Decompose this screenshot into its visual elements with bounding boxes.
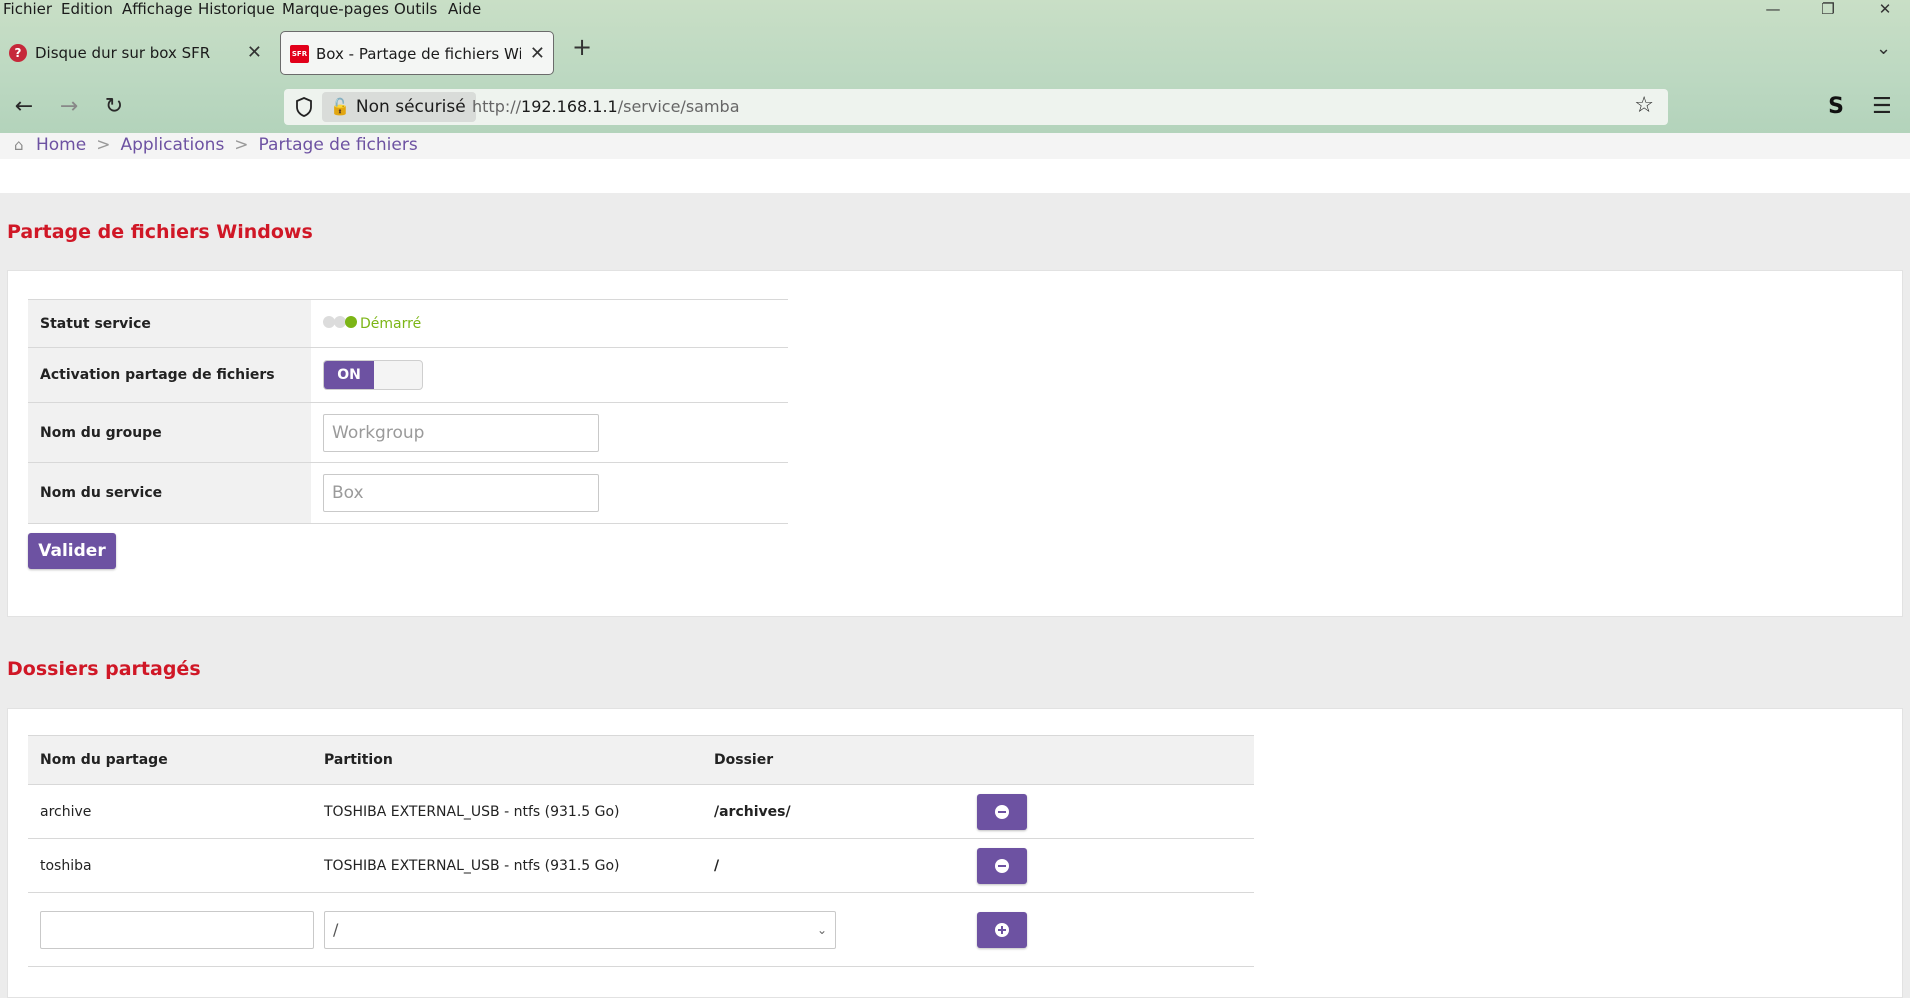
url-text[interactable]: http://192.168.1.1/service/samba [472,89,740,125]
menu-affichage[interactable]: Affichage [122,0,192,18]
question-icon: ? [9,44,27,62]
menu-marque-pages[interactable]: Marque-pages [282,0,389,18]
extension-s-icon[interactable]: S [1823,92,1849,122]
validate-button[interactable]: Valider [28,533,116,569]
menu-outils[interactable]: Outils [394,0,437,18]
chevron-down-icon: ⌄ [816,922,827,937]
service-name-input[interactable] [323,474,599,512]
status-cell: Démarré [311,299,788,348]
minus-circle-icon [995,804,1009,819]
tab-list-chevron-icon[interactable]: ⌄ [1876,38,1891,59]
group-name-input[interactable] [323,413,599,452]
navigation-toolbar: ← → ↻ 🔓 Non sécurisé http://192.168.1.1/s… [0,84,1910,132]
samba-settings-panel: Statut service Démarré Activation partag… [7,270,1903,617]
bookmark-star-icon[interactable]: ☆ [1634,93,1654,118]
toggle-on-label: ON [324,361,374,389]
security-indicator[interactable]: 🔓 Non sécurisé [322,92,476,122]
tab-disque-dur[interactable]: ? Disque dur sur box SFR ✕ [0,31,270,75]
share-name: archive [28,784,324,839]
shield-icon[interactable] [294,96,314,118]
tab-partage-fichiers[interactable]: SFR Box - Partage de fichiers Windo ✕ [280,31,554,75]
reload-icon[interactable]: ↻ [98,92,130,122]
tab-title: Box - Partage de fichiers Windo [316,45,521,63]
column-header-name: Nom du partage [28,735,324,785]
table-row: archive TOSHIBA EXTERNAL_USB - ntfs (931… [28,784,1254,839]
new-share-name-input[interactable] [40,910,314,949]
tab-title: Disque dur sur box SFR [35,44,211,62]
page-content: ⌂ Home > Applications > Partage de fichiers P… [0,133,1910,998]
activation-label: Activation partage de fichiers [28,347,311,403]
remove-share-button[interactable] [977,847,1027,884]
menu-fichier[interactable]: Fichier [3,0,52,18]
breadcrumb-separator: > [234,135,249,155]
shares-panel: Nom du partage Partition Dossier archive… [7,708,1903,998]
tab-close-icon[interactable]: ✕ [530,32,545,74]
menu-historique[interactable]: Historique [198,0,275,18]
back-icon[interactable]: ← [8,92,40,122]
browser-chrome: Fichier Edition Affichage Historique Mar… [0,0,1910,133]
breadcrumb-home[interactable]: Home [36,135,86,155]
tab-close-icon[interactable]: ✕ [247,31,262,75]
menu-edition[interactable]: Edition [61,0,113,18]
status-label: Statut service [28,299,311,348]
breadcrumb-separator: > [96,135,111,155]
share-partition: TOSHIBA EXTERNAL_USB - ntfs (931.5 Go) [324,784,714,839]
breadcrumb: ⌂ Home > Applications > Partage de fichiers [14,135,418,155]
status-dots-icon [323,315,357,332]
security-label: Non sécurisé [355,97,466,117]
add-share-button[interactable] [977,911,1027,948]
home-icon[interactable]: ⌂ [14,136,30,154]
minus-circle-icon [995,858,1009,873]
close-icon[interactable]: ✕ [1865,0,1905,18]
menu-aide[interactable]: Aide [448,0,481,18]
menu-hamburger-icon[interactable]: ☰ [1872,92,1892,122]
share-name: toshiba [28,838,324,893]
samba-settings-table: Statut service Démarré Activation partag… [28,299,788,524]
sfr-logo-icon: SFR [290,45,309,63]
lock-warning-icon: 🔓 [330,97,350,116]
column-header-folder: Dossier [714,735,977,785]
status-value: Démarré [360,315,422,332]
address-bar[interactable]: 🔓 Non sécurisé http://192.168.1.1/service… [284,89,1668,125]
minimize-icon[interactable]: — [1753,0,1793,18]
plus-circle-icon [995,922,1009,937]
breadcrumb-partage[interactable]: Partage de fichiers [259,135,418,155]
new-share-folder-select[interactable]: / ⌄ [324,910,836,949]
share-folder: / [714,838,977,893]
shares-section-title: Dossiers partagés [7,658,201,680]
table-row: toshiba TOSHIBA EXTERNAL_USB - ntfs (931… [28,838,1254,893]
select-value: / [333,919,339,939]
group-name-label: Nom du groupe [28,402,311,463]
restore-icon[interactable]: ❐ [1808,0,1848,18]
column-header-partition: Partition [324,735,714,785]
breadcrumb-applications[interactable]: Applications [120,135,224,155]
forward-icon[interactable]: → [53,92,85,122]
activation-toggle[interactable]: ON [323,360,423,390]
share-partition: TOSHIBA EXTERNAL_USB - ntfs (931.5 Go) [324,838,714,893]
remove-share-button[interactable] [977,793,1027,830]
service-name-label: Nom du service [28,462,311,524]
share-folder: /archives/ [714,784,977,839]
menu-bar: Fichier Edition Affichage Historique Mar… [0,0,1910,18]
new-tab-icon[interactable]: + [572,33,592,61]
shares-table: Nom du partage Partition Dossier archive… [28,735,1254,967]
add-share-row: / ⌄ [28,892,1254,967]
samba-section-title: Partage de fichiers Windows [7,221,313,243]
breadcrumb-area: ⌂ Home > Applications > Partage de fichiers [0,133,1910,193]
